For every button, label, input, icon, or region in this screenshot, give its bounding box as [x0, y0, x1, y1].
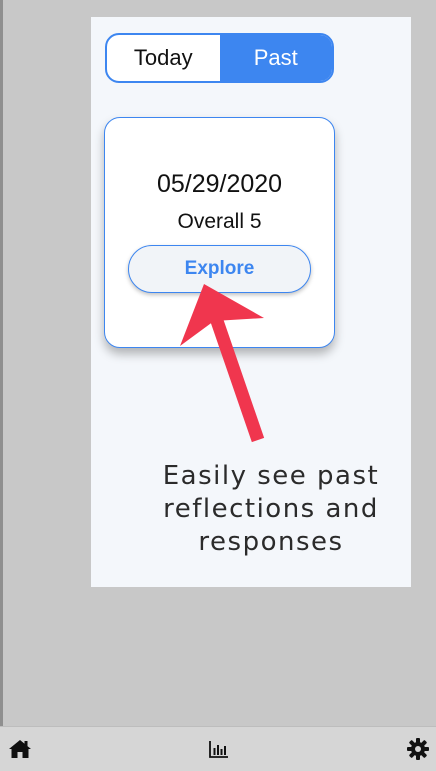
- bottom-nav-bar: [0, 726, 436, 771]
- tab-past[interactable]: Past: [219, 35, 332, 81]
- annotation-caption: Easily see past reflections and response…: [140, 460, 402, 559]
- overall-score: Overall 5: [177, 210, 262, 233]
- reflection-date: 05/29/2020: [156, 170, 283, 198]
- caption-line-3: responses: [198, 527, 344, 557]
- home-icon[interactable]: [8, 737, 32, 761]
- explore-button[interactable]: Explore: [128, 245, 311, 293]
- window-edge: [0, 0, 3, 726]
- bar-chart-icon[interactable]: [207, 737, 231, 761]
- reflection-card: 05/29/2020 Overall 5 Explore: [104, 117, 335, 348]
- today-past-toggle: Today Past: [105, 33, 334, 83]
- caption-line-2: reflections and: [163, 494, 379, 524]
- caption-line-1: Easily see past: [162, 461, 380, 491]
- tab-today[interactable]: Today: [107, 35, 220, 81]
- gear-icon[interactable]: [406, 737, 430, 761]
